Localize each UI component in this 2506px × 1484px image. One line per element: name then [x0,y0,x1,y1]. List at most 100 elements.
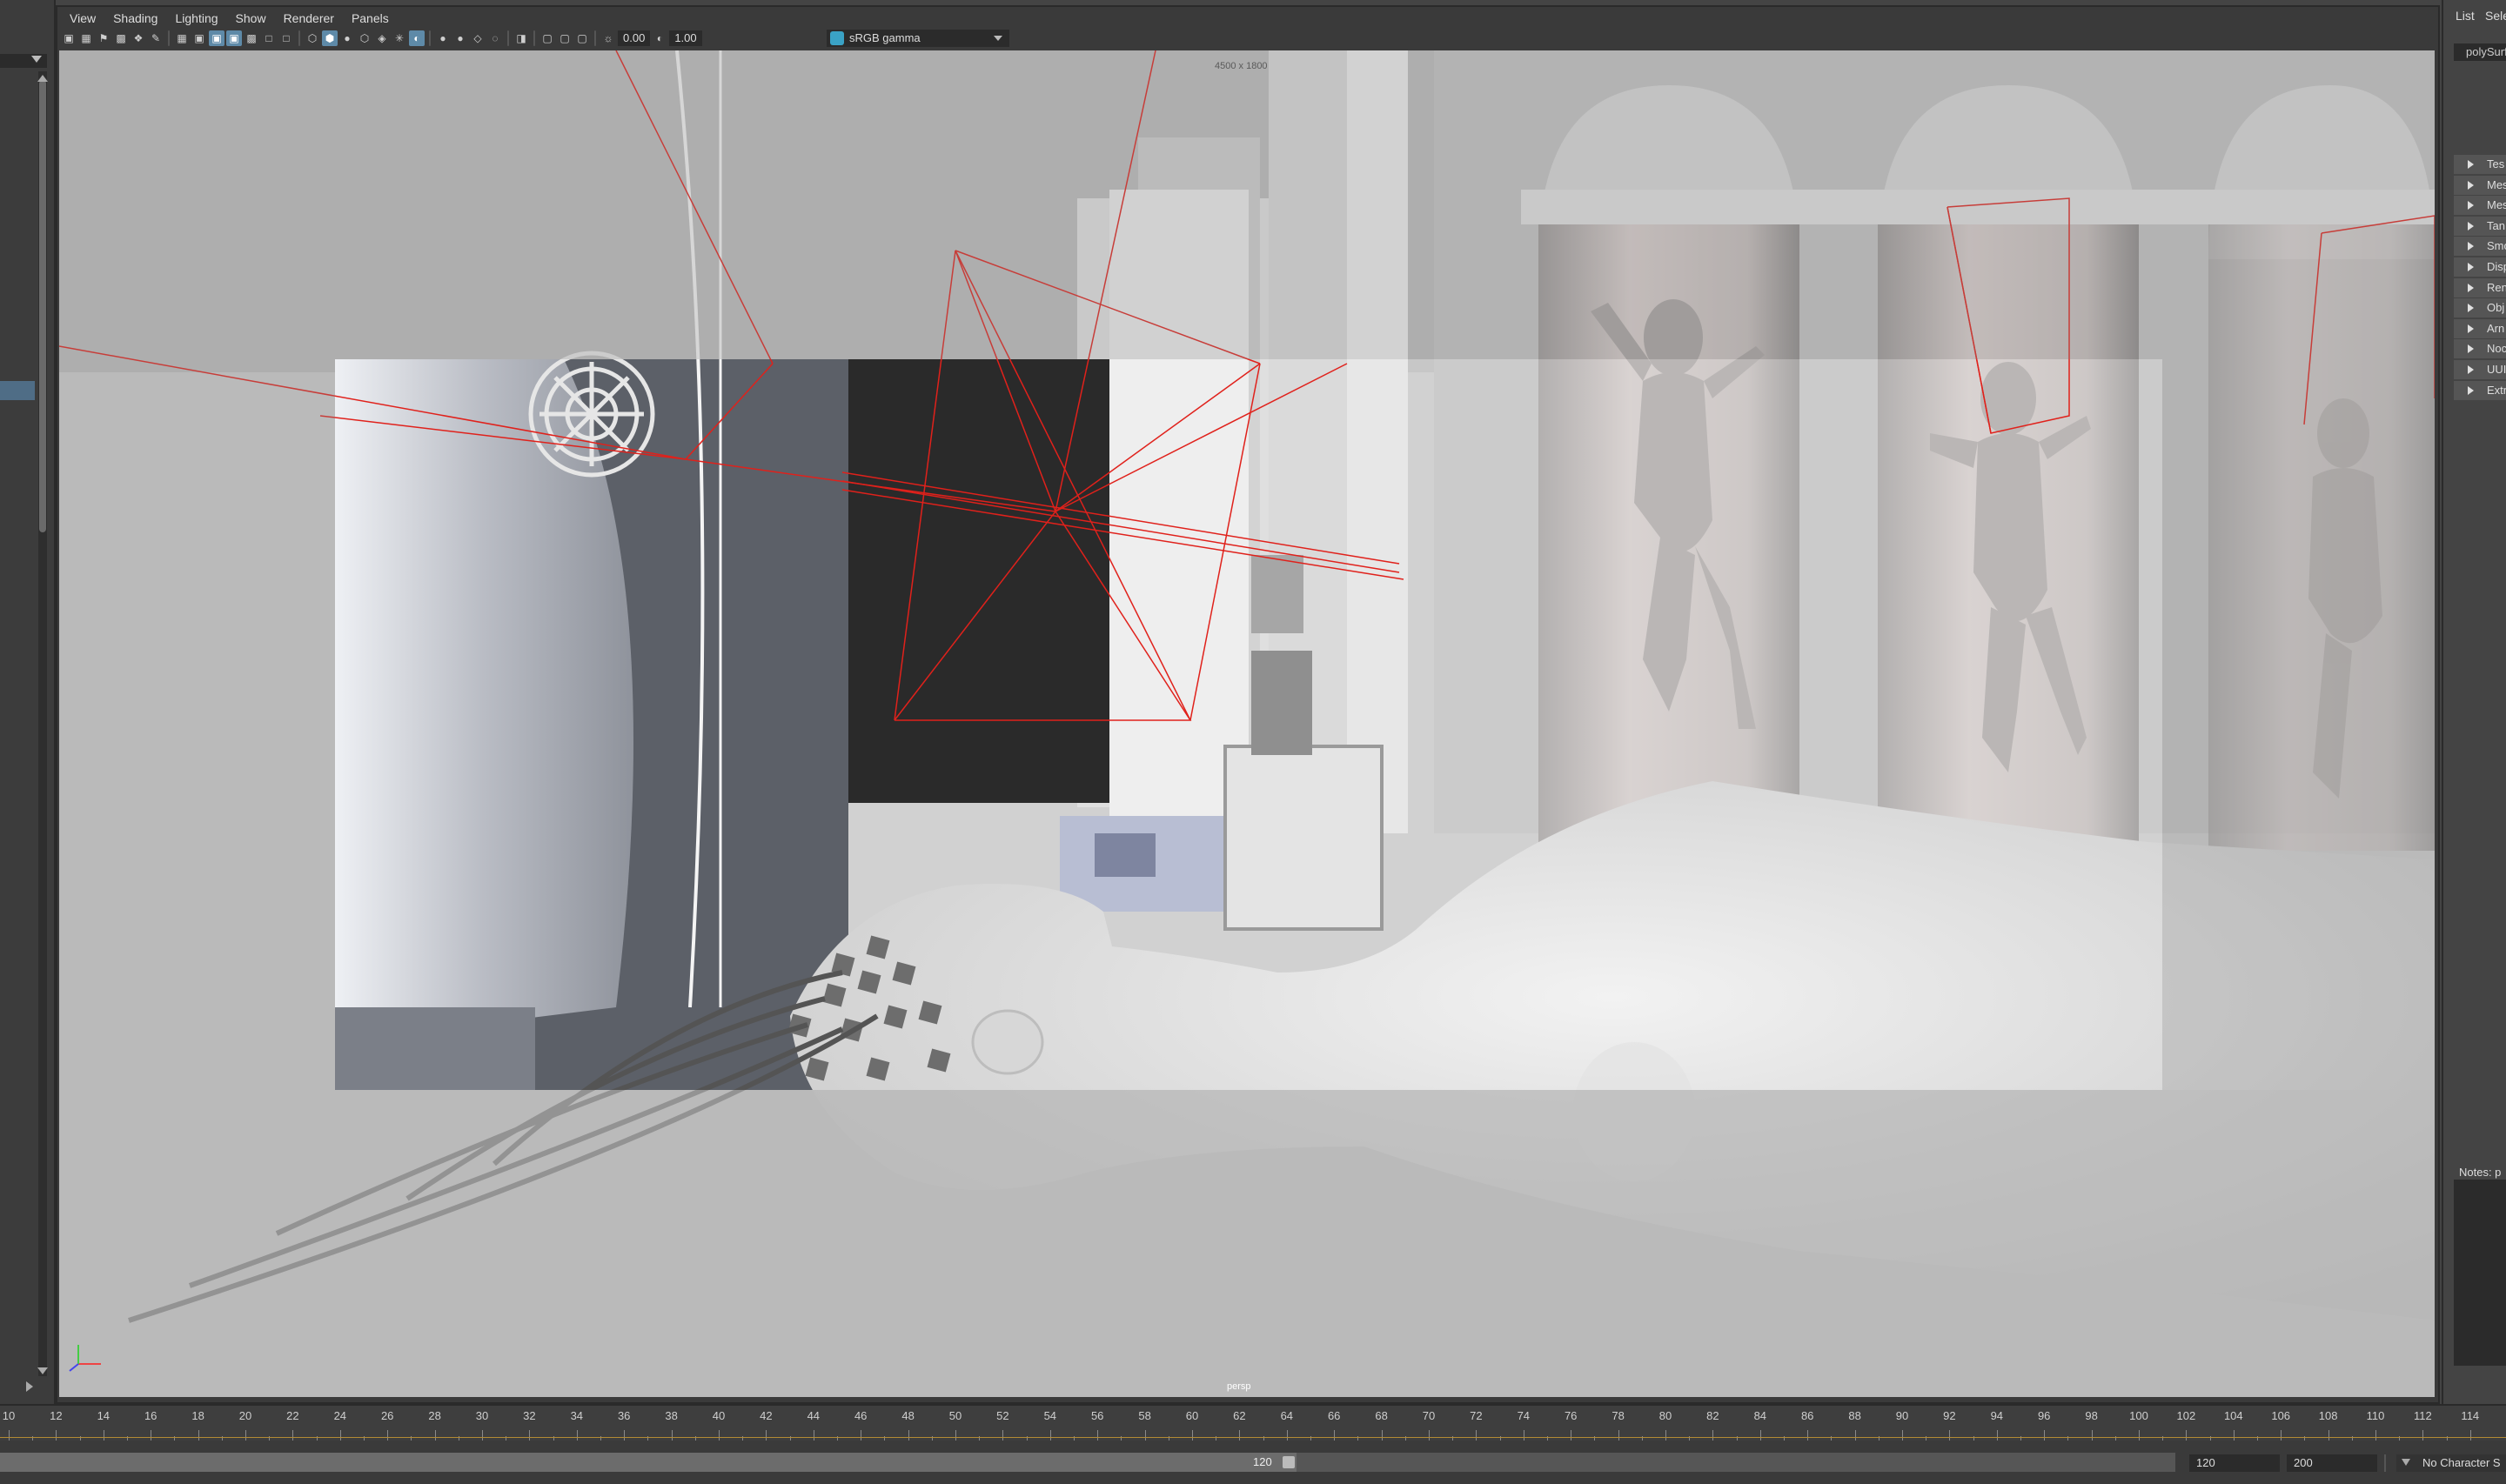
section-header[interactable]: Noc [2454,339,2506,359]
timeline-tick-label: 68 [1375,1409,1388,1422]
scrollbar-thumb[interactable] [39,80,46,532]
scene-render [59,50,2435,1397]
menu-renderer[interactable]: Renderer [275,9,343,28]
section-header[interactable]: Arn [2454,318,2506,338]
menu-list[interactable]: List [2456,9,2475,23]
shadows-icon[interactable]: ◐ [409,30,425,46]
range-slider-bar: 120 120 200 No Character S [0,1441,2506,1484]
section-header[interactable]: Disp [2454,257,2506,277]
section-header[interactable]: Tes [2454,155,2506,174]
section-header[interactable]: Smo [2454,237,2506,257]
bookmark-icon[interactable]: ⚑ [96,30,111,46]
timeline-tick-label: 16 [144,1409,157,1422]
section-label: Obj [2487,301,2505,315]
timeline-tick-label: 38 [665,1409,678,1422]
timeline-tick-label: 20 [238,1409,252,1422]
scroll-up-icon[interactable] [37,75,48,82]
gamma-field[interactable]: 1.00 [669,30,702,46]
chevron-down-icon [2402,1459,2410,1466]
range-slider-end-label: 120 [1253,1455,1272,1468]
range-slider[interactable] [0,1453,1297,1472]
grid-icon[interactable]: ▦ [174,30,190,46]
menu-view[interactable]: View [61,9,104,28]
menu-shading[interactable]: Shading [104,9,166,28]
timeline-tick-label: 74 [1517,1409,1531,1422]
multisample-aa-icon[interactable]: ◇ [470,30,486,46]
notes-textarea[interactable] [2454,1180,2506,1366]
smooth-shade-icon[interactable]: ⬢ [322,30,338,46]
field-chart-icon[interactable]: ▩ [244,30,259,46]
section-header[interactable]: Tan [2454,216,2506,236]
exposure-icon[interactable]: ☼ [600,30,616,46]
timeline-tick-label: 98 [2085,1409,2098,1422]
timeline-tick-label: 90 [1895,1409,1909,1422]
timeline-tick-label: 82 [1706,1409,1719,1422]
wireframe-on-shaded-icon[interactable]: ⬡ [357,30,372,46]
xray-joints-icon[interactable]: ▢ [557,30,573,46]
safe-title-icon[interactable]: □ [278,30,294,46]
timeline-tick-label: 54 [1043,1409,1057,1422]
section-header[interactable]: Mes [2454,175,2506,195]
camera-select-icon[interactable]: ▣ [61,30,77,46]
image-plane-icon[interactable]: ▩ [113,30,129,46]
isolate-select-icon[interactable]: ◨ [513,30,529,46]
resolution-gate-icon[interactable]: ▣ [209,30,224,46]
timeline-tick-label: 56 [1090,1409,1104,1422]
timeline-tick-label: 60 [1185,1409,1199,1422]
section-header[interactable]: Extr [2454,380,2506,400]
textured-icon[interactable]: ◈ [374,30,390,46]
grease-pencil-icon[interactable]: ✎ [148,30,164,46]
section-header[interactable]: Ren [2454,277,2506,297]
two-d-pan-icon[interactable]: ❖ [131,30,146,46]
gate-mask-icon[interactable]: ▣ [226,30,242,46]
viewport-3d[interactable] [59,50,2435,1397]
expand-arrow-icon [2468,242,2474,251]
playback-start-field[interactable]: 120 [2189,1454,2280,1472]
playback-end-field[interactable]: 200 [2287,1454,2377,1472]
timeline-tick-label: 80 [1658,1409,1672,1422]
safe-action-icon[interactable]: □ [261,30,277,46]
scroll-right-icon[interactable] [26,1381,33,1392]
motion-blur-icon[interactable]: ● [452,30,468,46]
left-dock-scrollbar[interactable] [38,71,47,1376]
node-name-field[interactable]: polySurf [2454,43,2506,61]
film-gate-icon[interactable]: ▣ [191,30,207,46]
depth-of-field-icon[interactable]: ◌ [487,30,503,46]
section-label: Ren [2487,280,2506,294]
use-all-lights-icon[interactable]: ✳ [392,30,407,46]
range-slider-handle[interactable] [1283,1456,1295,1468]
default-material-icon[interactable]: ● [339,30,355,46]
timeline-tick-label: 106 [2271,1409,2291,1422]
section-header[interactable]: Obj [2454,298,2506,318]
xray-icon[interactable]: ▢ [539,30,555,46]
character-set-dropdown[interactable]: No Character S [2396,1454,2506,1472]
left-dock-selected-row[interactable] [0,381,35,400]
toolbar-divider [298,30,300,46]
expand-arrow-icon [2468,364,2474,374]
gamma-icon[interactable]: ◐ [652,30,667,46]
scroll-down-icon[interactable] [37,1367,48,1374]
menu-lighting[interactable]: Lighting [166,9,226,28]
color-management-icon [830,31,844,45]
screen-space-ao-icon[interactable]: ● [435,30,451,46]
color-space-dropdown[interactable]: sRGB gamma [827,30,1009,47]
timeline-tick-label: 70 [1422,1409,1436,1422]
section-header[interactable]: UUI [2454,359,2506,379]
expand-arrow-icon [2468,324,2474,333]
exposure-field[interactable]: 0.00 [618,30,651,46]
timeline-tick-label: 34 [570,1409,584,1422]
timeline-tick-label: 52 [996,1409,1009,1422]
menu-panels[interactable]: Panels [343,9,398,28]
time-slider[interactable]: 10 12 14 16 18 20 22 24 26 28 30 32 34 36 38 40 42 44 46 48… [0,1404,2506,1442]
xray-components-icon[interactable]: ▢ [574,30,590,46]
section-label: Mes [2487,177,2506,191]
timeline-tick-label: 36 [617,1409,631,1422]
timeline-tick-label: 112 [2414,1409,2432,1422]
wireframe-icon[interactable]: ⬡ [305,30,320,46]
section-header[interactable]: Mes [2454,196,2506,216]
camera-attributes-icon[interactable]: ▦ [78,30,94,46]
timeline-tick-label: 48 [901,1409,915,1422]
timeline-tick-label: 22 [286,1409,299,1422]
menu-show[interactable]: Show [227,9,275,28]
menu-selected[interactable]: Sele [2485,9,2506,23]
